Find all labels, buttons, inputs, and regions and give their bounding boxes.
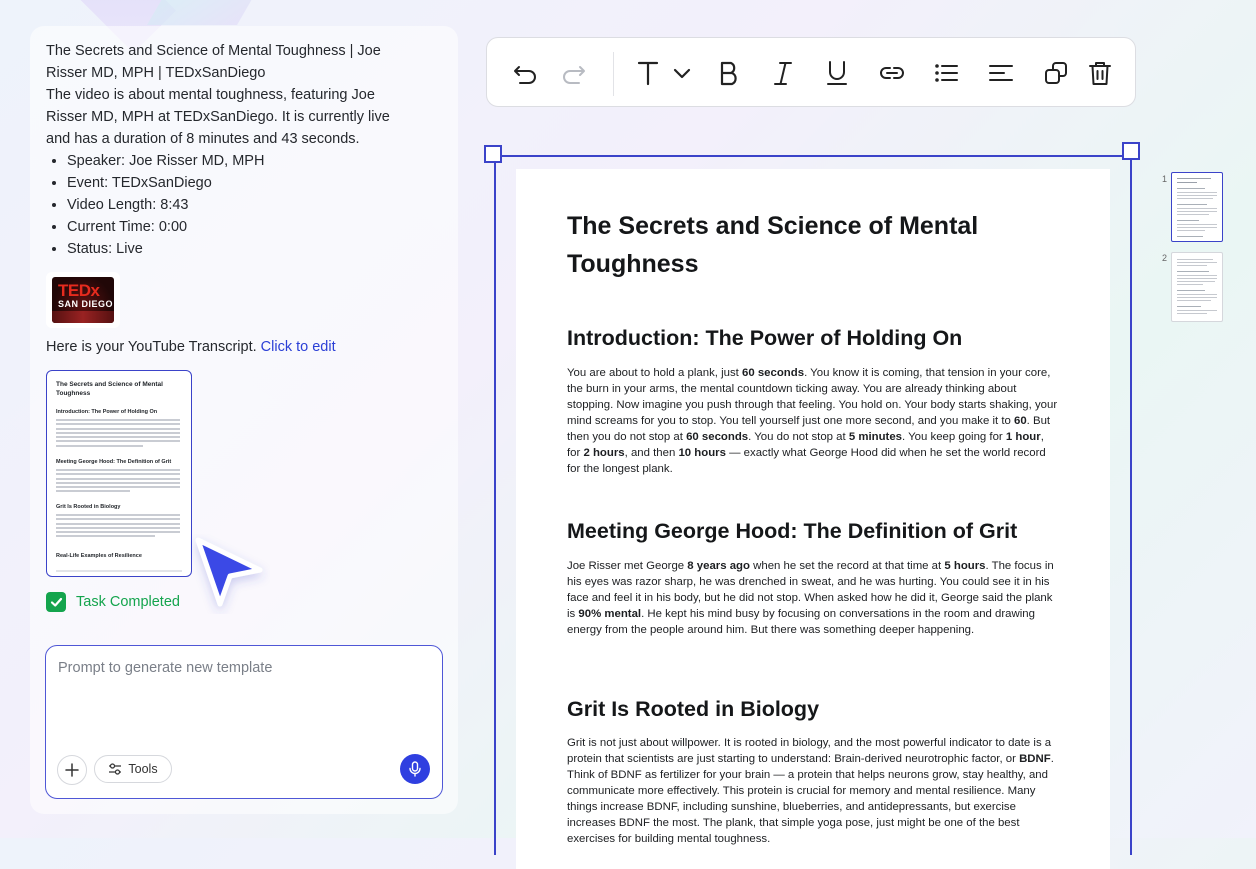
bold-text: 60 seconds bbox=[686, 431, 749, 443]
document-preview-card[interactable]: The Secrets and Science of Mental Toughn… bbox=[46, 370, 192, 577]
redo-button[interactable] bbox=[557, 56, 591, 90]
italic-button[interactable] bbox=[766, 56, 800, 90]
delete-button[interactable] bbox=[1083, 56, 1117, 90]
preview-footer bbox=[56, 570, 182, 572]
preview-text-lines bbox=[56, 419, 180, 449]
detail-item: Speaker: Joe Risser MD, MPH bbox=[67, 150, 416, 172]
checkbox-checked-icon bbox=[46, 592, 66, 612]
add-attachment-button[interactable] bbox=[57, 755, 87, 785]
click-to-edit-link[interactable]: Click to edit bbox=[261, 339, 336, 355]
underline-icon bbox=[827, 61, 847, 85]
undo-icon bbox=[514, 66, 536, 84]
tedx-logo-image: TEDx SAN DIEGO bbox=[52, 277, 114, 323]
transcript-text: Here is your YouTube Transcript. bbox=[46, 339, 257, 355]
microphone-icon bbox=[409, 761, 421, 777]
video-details-list: Speaker: Joe Risser MD, MPH Event: TEDxS… bbox=[46, 150, 416, 260]
video-summary: The video is about mental toughness, fea… bbox=[46, 87, 390, 147]
task-status-label: Task Completed bbox=[76, 594, 180, 610]
section-heading: Meeting George Hood: The Definition of G… bbox=[567, 519, 1018, 543]
redo-icon bbox=[563, 66, 585, 84]
bold-button[interactable] bbox=[712, 56, 746, 90]
preview-heading: Introduction: The Power of Holding On bbox=[56, 409, 158, 415]
preview-heading: Meeting George Hood: The Definition of G… bbox=[56, 459, 172, 465]
bold-text: 8 years ago bbox=[687, 560, 750, 572]
underline-button[interactable] bbox=[820, 56, 854, 90]
bullet-list-icon bbox=[935, 64, 958, 82]
duplicate-icon bbox=[1045, 62, 1067, 84]
preview-text-lines bbox=[56, 469, 180, 495]
bold-text: 5 minutes bbox=[848, 431, 902, 443]
align-left-icon bbox=[989, 65, 1013, 81]
decoration-shape bbox=[147, 0, 263, 25]
tools-button[interactable]: Tools bbox=[94, 755, 172, 783]
prompt-box: Tools bbox=[45, 645, 443, 799]
section-paragraph: Joe Risser met George 8 years ago when h… bbox=[567, 560, 1054, 636]
sliders-icon bbox=[109, 763, 122, 775]
italic-icon bbox=[774, 62, 792, 85]
section-heading: Grit Is Rooted in Biology bbox=[567, 697, 820, 721]
duplicate-button[interactable] bbox=[1039, 56, 1073, 90]
bullet-list-button[interactable] bbox=[929, 56, 963, 90]
preview-text-lines bbox=[56, 514, 180, 540]
tools-label: Tools bbox=[128, 762, 158, 776]
video-thumbnail[interactable]: TEDx SAN DIEGO bbox=[46, 272, 120, 328]
preview-heading: Real-Life Examples of Resilience bbox=[56, 553, 142, 559]
bold-text: 60 bbox=[1014, 415, 1027, 427]
detail-item: Event: TEDxSanDiego bbox=[67, 172, 416, 194]
task-status: Task Completed bbox=[46, 592, 180, 612]
bold-text: 60 seconds bbox=[742, 367, 805, 379]
bold-text: 5 hours bbox=[944, 560, 986, 572]
align-button[interactable] bbox=[984, 56, 1018, 90]
text-style-icon bbox=[637, 61, 691, 86]
document-title: The Secrets and Science of Mental Toughn… bbox=[567, 212, 979, 278]
bold-text: 2 hours bbox=[583, 447, 625, 459]
bold-text: 10 hours bbox=[678, 447, 726, 459]
page-number: 1 bbox=[1162, 174, 1168, 184]
resize-handle-top-left[interactable] bbox=[484, 145, 502, 163]
voice-input-button[interactable] bbox=[400, 754, 430, 784]
chat-panel: The Secrets and Science of Mental Toughn… bbox=[30, 26, 458, 814]
section-paragraph: Grit is not just about willpower. It is … bbox=[567, 737, 1054, 845]
toolbar-separator bbox=[613, 52, 614, 96]
resize-handle-top-right[interactable] bbox=[1122, 142, 1140, 160]
prompt-input[interactable] bbox=[56, 658, 430, 742]
preview-title: The Secrets and Science of Mental Toughn… bbox=[56, 381, 163, 397]
bold-text: 1 hour bbox=[1005, 431, 1041, 443]
bold-text: BDNF bbox=[1019, 753, 1051, 765]
preview-heading: Grit Is Rooted in Biology bbox=[56, 504, 121, 510]
detail-item: Current Time: 0:00 bbox=[67, 216, 416, 238]
link-button[interactable] bbox=[875, 56, 909, 90]
transcript-message: Here is your YouTube Transcript. Click t… bbox=[46, 339, 336, 355]
plus-icon bbox=[65, 763, 79, 777]
page-thumbnail-2[interactable] bbox=[1171, 252, 1223, 322]
link-icon bbox=[880, 67, 904, 79]
assistant-message: The Secrets and Science of Mental Toughn… bbox=[46, 40, 416, 260]
delete-icon bbox=[1089, 62, 1111, 85]
bold-icon bbox=[720, 61, 737, 86]
page-number: 2 bbox=[1162, 253, 1168, 263]
detail-item: Video Length: 8:43 bbox=[67, 194, 416, 216]
video-title: The Secrets and Science of Mental Toughn… bbox=[46, 43, 381, 81]
editor-toolbar bbox=[486, 37, 1136, 107]
document-page[interactable]: The Secrets and Science of Mental Toughn… bbox=[516, 169, 1110, 869]
pointer-cursor-icon bbox=[195, 537, 263, 607]
detail-item: Status: Live bbox=[67, 238, 416, 260]
section-paragraph: You are about to hold a plank, just 60 s… bbox=[567, 367, 1058, 475]
page-thumbnail-1[interactable] bbox=[1171, 172, 1223, 242]
undo-button[interactable] bbox=[508, 56, 542, 90]
text-style-dropdown[interactable] bbox=[633, 56, 699, 90]
bold-text: 90% mental bbox=[578, 608, 642, 620]
section-heading: Introduction: The Power of Holding On bbox=[567, 326, 963, 350]
